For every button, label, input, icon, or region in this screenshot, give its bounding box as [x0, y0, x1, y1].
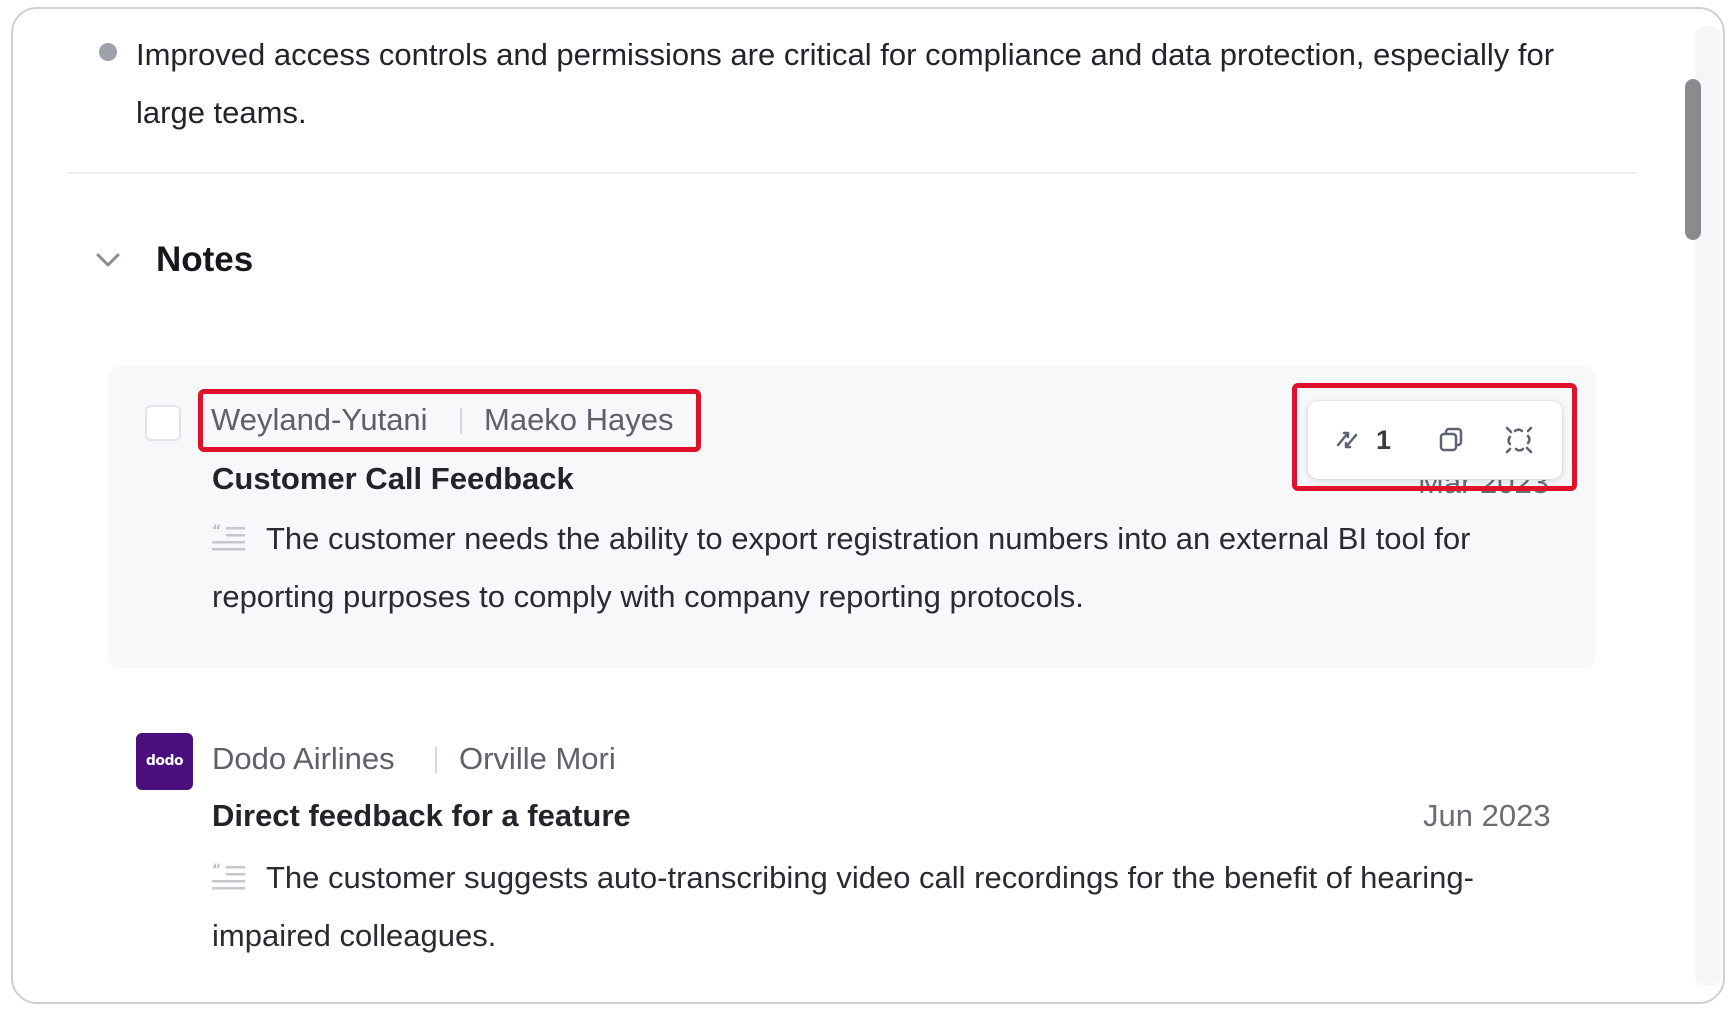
- note-select-checkbox[interactable]: [145, 405, 181, 441]
- note-person[interactable]: Orville Mori: [459, 737, 616, 781]
- note-body: “ The customer needs the ability to expo…: [212, 510, 1582, 626]
- quote-icon: “: [212, 523, 245, 551]
- note-date: Jun 2023: [1423, 798, 1551, 833]
- summary-bullet-text: Improved access controls and permissions…: [136, 37, 1555, 130]
- quote-icon: “: [212, 862, 245, 890]
- note-company[interactable]: Dodo Airlines: [212, 737, 395, 781]
- meta-separator: [435, 747, 437, 773]
- company-logo: dodo: [136, 733, 193, 790]
- note-body-text: The customer needs the ability to export…: [212, 521, 1471, 614]
- svg-text:“: “: [212, 523, 221, 539]
- scrollbar-thumb[interactable]: [1685, 79, 1701, 240]
- notes-section-title[interactable]: Notes: [156, 236, 253, 284]
- svg-text:“: “: [212, 862, 221, 878]
- chevron-down-icon[interactable]: [94, 246, 122, 274]
- highlight-box-author: [198, 389, 701, 452]
- bullet-dot: [99, 43, 117, 61]
- note-title[interactable]: Customer Call Feedback: [212, 457, 574, 501]
- note-body: “ The customer suggests auto-transcribin…: [212, 849, 1582, 965]
- section-divider: [68, 172, 1636, 174]
- note-title[interactable]: Direct feedback for a feature: [212, 794, 631, 838]
- note-body-text: The customer suggests auto-transcribing …: [212, 860, 1474, 953]
- highlight-box-actions: [1292, 383, 1577, 491]
